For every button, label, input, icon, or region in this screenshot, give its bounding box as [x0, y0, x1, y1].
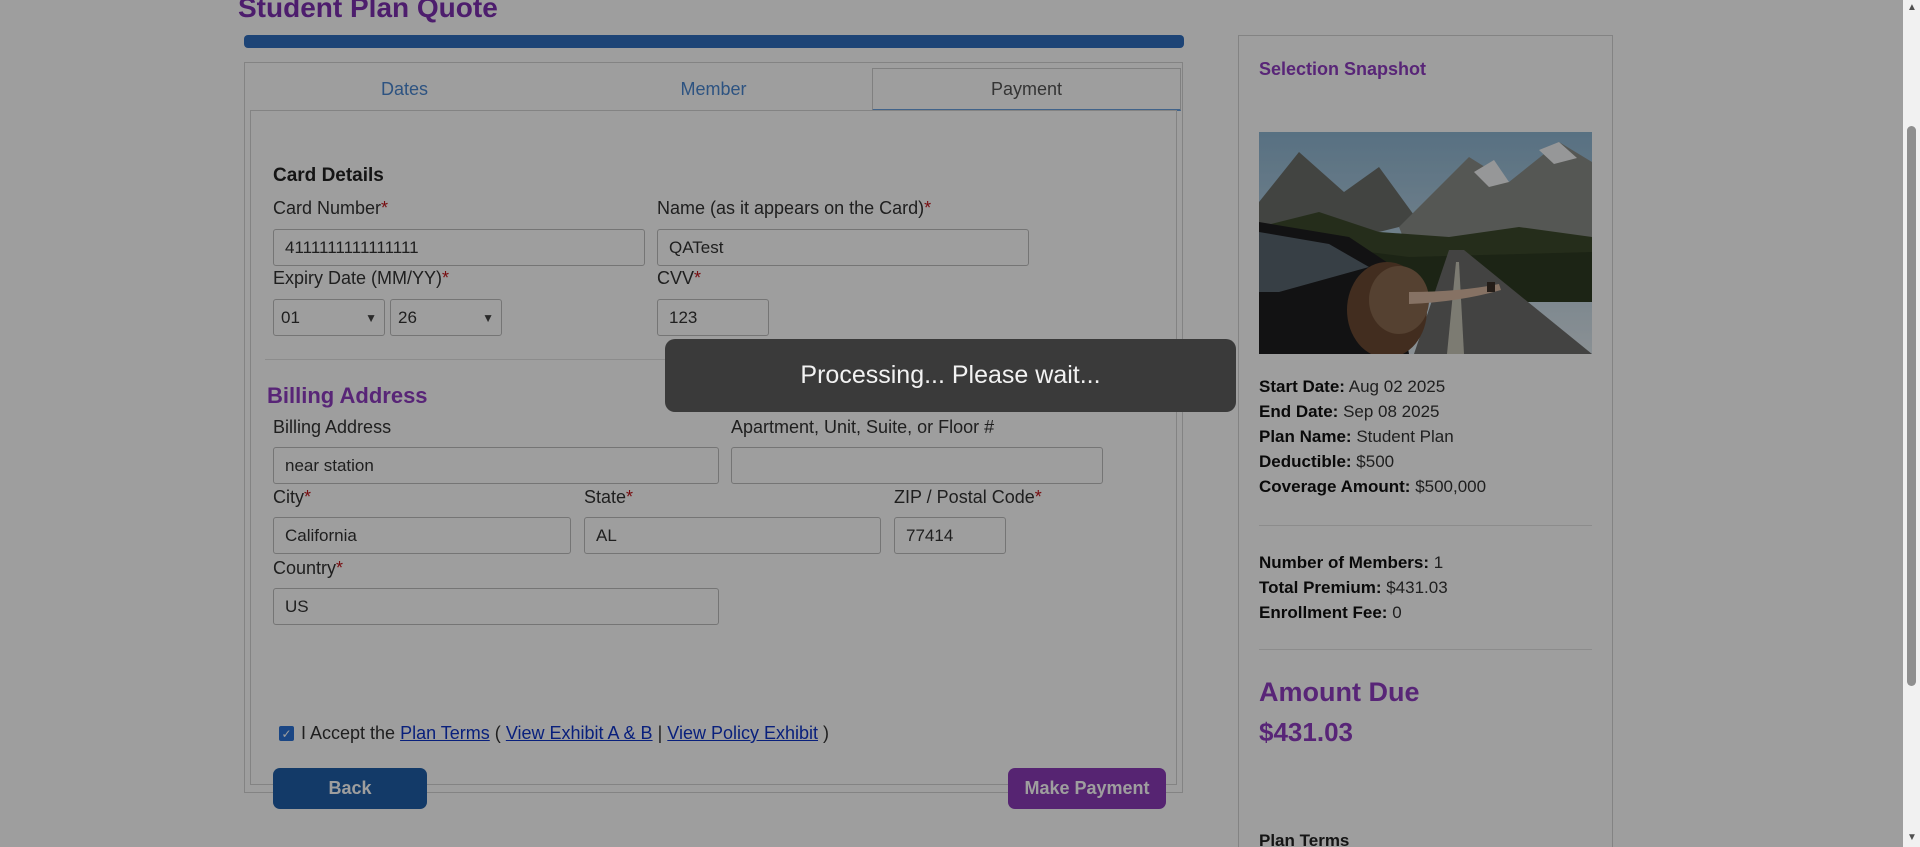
vertical-scrollbar[interactable]: ▲ ▼ — [1903, 0, 1920, 847]
loading-overlay — [0, 0, 1920, 847]
scroll-down-icon[interactable]: ▼ — [1907, 832, 1917, 843]
scrollbar-thumb[interactable] — [1907, 126, 1916, 686]
scroll-up-icon[interactable]: ▲ — [1907, 2, 1917, 13]
processing-toast: Processing... Please wait... — [665, 339, 1236, 412]
